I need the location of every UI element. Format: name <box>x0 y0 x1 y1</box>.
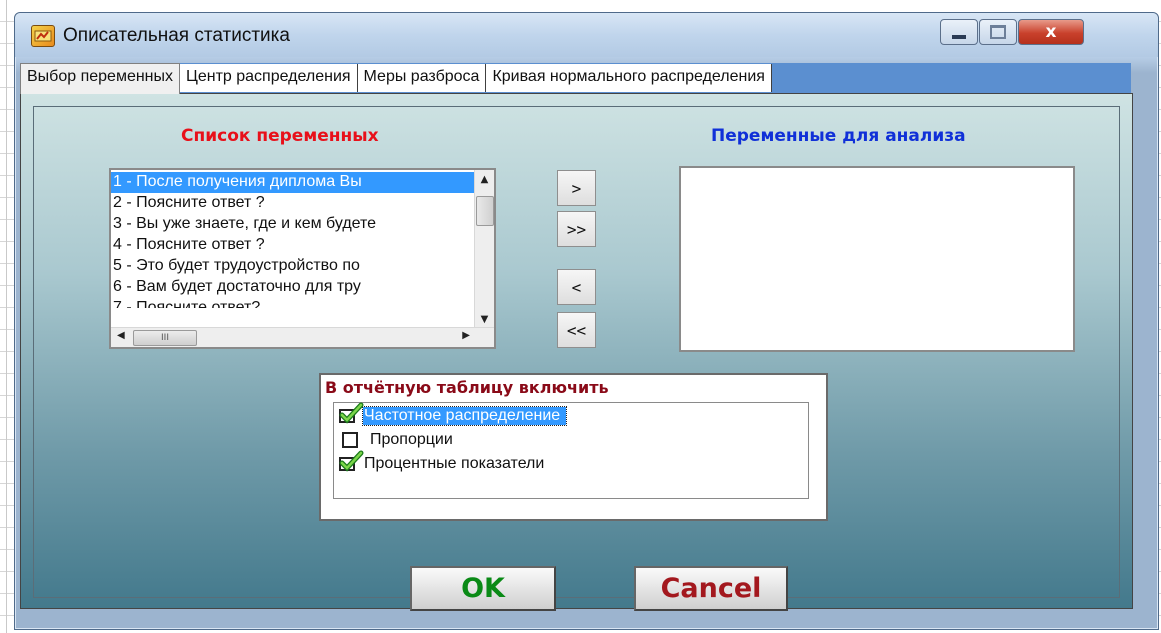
minimize-icon <box>952 35 966 39</box>
remove-all-variables-button[interactable]: << <box>557 312 596 348</box>
maximize-icon <box>990 25 1006 39</box>
option-frequency-distribution[interactable]: Частотное распределение <box>336 402 804 427</box>
tab-bar: Выбор переменных Центр распределения Мер… <box>20 63 772 94</box>
list-item[interactable]: 7 - Поясните ответ? <box>111 298 475 308</box>
list-item[interactable]: 1 - После получения диплома Вы <box>111 172 475 193</box>
checkbox-icon[interactable] <box>342 432 358 448</box>
report-options-group: В отчётную таблицу включить Частотное ра… <box>319 373 828 521</box>
scroll-right-icon[interactable]: ▶ <box>462 330 470 341</box>
variables-list-heading: Список переменных <box>181 126 379 146</box>
scroll-left-icon[interactable]: ◀ <box>117 330 125 341</box>
list-item[interactable]: 4 - Поясните ответ ? <box>111 235 475 256</box>
vertical-scroll-thumb[interactable] <box>476 196 494 226</box>
scroll-down-icon[interactable]: ▼ <box>475 310 494 328</box>
cancel-button[interactable]: Cancel <box>634 566 788 611</box>
ok-button[interactable]: OK <box>410 566 556 611</box>
horizontal-scrollbar[interactable]: ◀ III ▶ <box>111 327 494 347</box>
option-percentages[interactable]: Процентные показатели <box>336 450 804 475</box>
option-label: Частотное распределение <box>361 406 568 426</box>
analysis-variables-heading: Переменные для анализа <box>711 126 966 146</box>
minimize-button[interactable] <box>940 19 978 45</box>
vertical-scrollbar[interactable]: ▲ ▼ <box>474 170 494 328</box>
variables-items: 1 - После получения диплома Вы 2 - Поясн… <box>111 172 475 308</box>
tab-normal-curve[interactable]: Кривая нормального распределения <box>486 64 772 92</box>
dialog-window: Описательная статистика x Выбор переменн… <box>14 12 1159 630</box>
grid-line <box>6 0 7 633</box>
list-item[interactable]: 5 - Это будет трудоустройство по <box>111 256 475 277</box>
close-icon: x <box>1045 22 1057 42</box>
list-item[interactable]: 6 - Вам будет достаточно для тру <box>111 277 475 298</box>
close-button[interactable]: x <box>1018 19 1084 45</box>
add-variable-button[interactable]: > <box>557 170 596 206</box>
report-options-list[interactable]: Частотное распределение Пропорции Процен… <box>333 402 809 499</box>
list-item[interactable]: 2 - Поясните ответ ? <box>111 193 475 214</box>
scroll-up-icon[interactable]: ▲ <box>475 170 494 188</box>
option-label: Пропорции <box>370 431 453 448</box>
app-icon <box>31 25 55 47</box>
checkmark-icon[interactable] <box>339 402 364 424</box>
list-item[interactable]: 3 - Вы уже знаете, где и кем будете <box>111 214 475 235</box>
title-bar[interactable]: Описательная статистика x <box>15 13 1158 57</box>
tab-distribution-center[interactable]: Центр распределения <box>180 64 358 92</box>
remove-variable-button[interactable]: < <box>557 269 596 305</box>
maximize-button[interactable] <box>979 19 1017 45</box>
add-all-variables-button[interactable]: >> <box>557 211 596 247</box>
checkmark-icon[interactable] <box>339 450 364 472</box>
window-title: Описательная статистика <box>63 25 290 46</box>
analysis-variables-listbox[interactable] <box>679 166 1075 352</box>
variables-listbox[interactable]: 1 - После получения диплома Вы 2 - Поясн… <box>109 168 496 349</box>
tab-panel: Список переменных Переменные для анализа… <box>20 93 1133 611</box>
horizontal-scroll-thumb[interactable]: III <box>133 330 197 346</box>
option-label: Процентные показатели <box>364 455 545 472</box>
report-options-title: В отчётную таблицу включить <box>325 378 609 397</box>
tab-variable-selection[interactable]: Выбор переменных <box>20 63 181 94</box>
tab-dispersion-measures[interactable]: Меры разброса <box>357 64 487 92</box>
option-proportions[interactable]: Пропорции <box>336 429 804 451</box>
